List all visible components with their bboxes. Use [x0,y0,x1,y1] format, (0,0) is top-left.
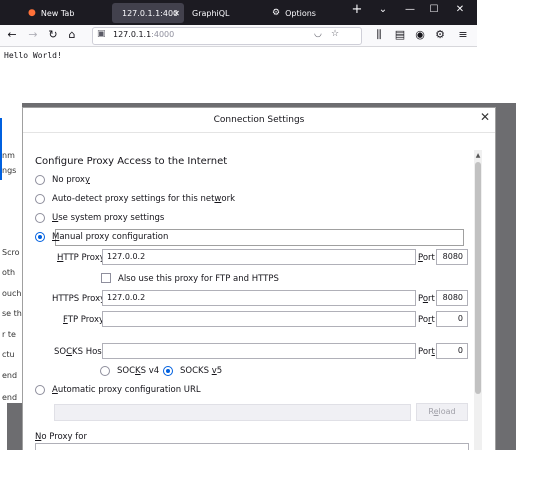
ftp-port-input[interactable]: 0 [436,311,468,327]
back-arrow-icon[interactable]: ← [4,27,20,43]
radio-label: Use system proxy settings [52,213,165,223]
radio-auto-config-url[interactable]: Automatic proxy configuration URL [35,383,201,397]
radio-socks-v5[interactable]: SOCKS v5 [163,364,222,378]
socks-port-label: Port [418,347,435,357]
fragment-text: ouch [2,289,22,298]
also-use-proxy-checkbox[interactable] [101,273,111,283]
gear-icon: ⚙ [272,8,281,18]
tab-label: GraphiQL [192,8,230,18]
close-window-button[interactable]: ✕ [450,4,470,15]
fragment-text: oth [2,268,16,277]
fragment-text: ngs [2,166,17,175]
tab-label: Options [285,8,316,18]
ftp-proxy-label: FTP Proxy [63,315,105,325]
section-heading: Configure Proxy Access to the Internet [35,156,228,167]
http-port-label: Port [418,253,435,263]
radio-label: SOCKS v4 [117,366,160,376]
radio-button-selected[interactable] [35,232,45,242]
no-proxy-for-label: No Proxy for [35,432,87,442]
url-bar[interactable]: ▣ 127.0.1.1:4000 ◡ ☆ [92,27,362,45]
settings-page-fragment: nm ngs Scro oth ouch se th r te ctu end … [0,103,22,403]
also-use-proxy-label: Also use this proxy for FTP and HTTPS [118,274,279,284]
radio-label: Auto-detect proxy settings for this netw… [52,194,235,204]
library-icon[interactable]: ⫼ [371,27,387,43]
socks-port-input[interactable]: 0 [436,343,468,359]
firefox-icon: ● [28,8,36,18]
tab-graphiql[interactable]: GraphiQL [192,3,262,23]
extensions-icon[interactable]: ⚙ [432,27,448,43]
ftp-proxy-input[interactable] [102,311,416,327]
page-info-icon[interactable]: ▣ [97,29,106,39]
page-content-text: Hello World! [4,51,62,60]
radio-manual-proxy[interactable]: Manual proxy configuration [35,230,168,244]
account-icon[interactable]: ◉ [412,27,428,43]
fragment-text: end [2,371,18,380]
tab-new-tab[interactable]: ● New Tab [28,3,106,23]
radio-label: Manual proxy configuration [52,232,169,242]
tab-list-dropdown-icon[interactable]: ⌄ [373,4,393,15]
ftp-port-label: Port [418,315,435,325]
radio-button[interactable] [35,213,45,223]
radio-button[interactable] [100,366,110,376]
sidebar-icon[interactable]: ▤ [392,27,408,43]
scroll-up-icon[interactable]: ▲ [474,152,482,159]
fragment-text: se th [2,309,22,318]
radio-button[interactable] [35,194,45,204]
http-proxy-input[interactable]: 127.0.0.2 [102,249,416,265]
home-icon[interactable]: ⌂ [64,27,80,43]
close-tab-icon[interactable]: ✕ [173,9,180,18]
http-port-input[interactable]: 8080 [436,249,468,265]
navigation-toolbar: ← → ↻ ⌂ ▣ 127.0.1.1:4000 ◡ ☆ ⫼ ▤ ◉ ⚙ ≡ [0,25,477,47]
radio-system-proxy[interactable]: Use system proxy settings [35,211,164,225]
reload-button[interactable]: Reload [416,403,468,421]
close-icon[interactable]: ✕ [480,110,490,124]
reload-icon[interactable]: ↻ [45,27,61,43]
fragment-text: Scro [2,248,20,257]
page-bottom-margin [0,450,540,477]
tab-options[interactable]: ⚙ Options [272,3,342,23]
https-port-label: Port [418,294,435,304]
tab-label: New Tab [40,8,75,18]
radio-button[interactable] [35,385,45,395]
http-proxy-label: HTTP Proxy [57,253,105,263]
fragment-text: ctu [2,350,15,359]
radio-label: SOCKS v5 [180,366,223,376]
radio-no-proxy[interactable]: No proxy [35,173,90,187]
radio-label: Automatic proxy configuration URL [52,385,201,395]
tab-label: 127.0.1.1:400 [122,8,179,18]
maximize-button[interactable]: ☐ [424,4,444,15]
radio-button[interactable] [35,175,45,185]
fragment-text: nm [2,151,15,160]
pocket-icon[interactable]: ◡ [314,29,322,39]
socks-host-label: SOCKS Host [54,347,106,357]
fragment-text: end [2,393,18,402]
https-port-input[interactable]: 8080 [436,290,468,306]
minimize-button[interactable]: — [400,4,420,15]
tab-localhost[interactable]: 127.0.1.1:400 ✕ [112,3,184,23]
radio-socks-v4[interactable]: SOCKS v4 [100,364,159,378]
radio-button-selected[interactable] [163,366,173,376]
radio-auto-detect[interactable]: Auto-detect proxy settings for this netw… [35,192,235,206]
bookmark-star-icon[interactable]: ☆ [331,29,339,39]
dialog-scrollbar[interactable]: ▲ [474,150,482,450]
forward-arrow-icon[interactable]: → [25,27,41,43]
new-tab-button[interactable]: + [347,2,367,17]
https-proxy-label: HTTPS Proxy [52,294,106,304]
radio-label: No proxy [52,175,90,185]
sidebar-selection-indicator [0,118,2,180]
dialog-title: Connection Settings [23,108,495,133]
auto-config-url-input[interactable] [54,404,411,421]
socks-host-input[interactable] [102,343,416,359]
url-text: 127.0.1.1:4000 [113,30,175,39]
fragment-text: r te [2,330,16,339]
https-proxy-input[interactable]: 127.0.0.2 [102,290,416,306]
tab-strip: ● New Tab 127.0.1.1:400 ✕ GraphiQL ⚙ Opt… [0,0,477,25]
menu-icon[interactable]: ≡ [455,27,471,43]
scroll-thumb[interactable] [475,162,481,394]
